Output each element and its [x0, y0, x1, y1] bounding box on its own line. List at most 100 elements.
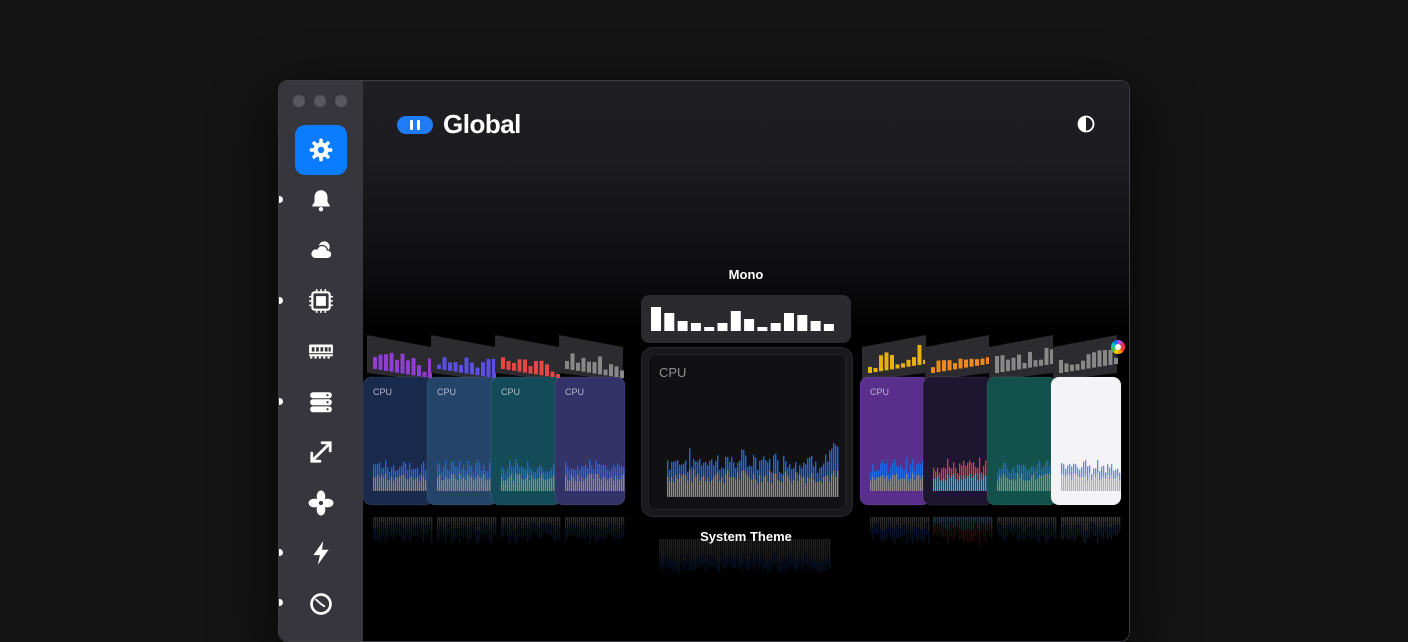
svg-text:CPU: CPU [373, 387, 392, 397]
cpu-blue-bar [831, 448, 833, 474]
cpu-gray-bar [737, 472, 739, 497]
cpu-blue-bar [817, 472, 819, 482]
theme-card: CPU [554, 376, 626, 544]
mono-mini-widget[interactable] [641, 295, 851, 343]
cpu-gray-bar [831, 473, 833, 497]
cpu-blue-bar [787, 467, 789, 477]
cpu-gray-bar [793, 479, 795, 497]
cpu-blue-bar [775, 453, 777, 474]
cpu-blue-bar [673, 461, 675, 482]
theme-card: CPU [859, 376, 931, 545]
cpu-gray-bar [721, 476, 723, 497]
minimize-button[interactable] [314, 95, 326, 107]
cpu-gray-bar [725, 473, 727, 497]
cpu-blue-bar [829, 450, 831, 482]
notification-dot [279, 599, 283, 606]
cpu-gray-bar [671, 476, 673, 497]
mini-bar [651, 307, 661, 331]
sidebar-item-network[interactable] [295, 427, 347, 477]
cpu-gray-bar [791, 482, 793, 497]
sidebar-item-notifications[interactable] [295, 175, 347, 225]
cpu-gray-bar [799, 474, 801, 497]
cpu-gray-bar [817, 481, 819, 497]
cpu-gray-bar [821, 482, 823, 497]
notification-dot [279, 196, 283, 203]
sidebar-item-general[interactable] [295, 125, 347, 175]
cpu-blue-bar [739, 460, 741, 480]
sidebar-item-storage[interactable] [295, 377, 347, 427]
cpu-gray-bar [713, 476, 715, 497]
cpu-gray-bar [723, 482, 725, 497]
cpu-gray-bar [825, 475, 827, 497]
bell-icon [312, 190, 330, 212]
mini-bar [744, 319, 755, 331]
sidebar-item-power[interactable] [295, 528, 347, 578]
sidebar-item-cpu[interactable] [295, 276, 347, 326]
cpu-blue-bar [807, 458, 809, 477]
cpu-blue-bar [669, 469, 671, 482]
cpu-chip-icon [309, 289, 333, 313]
cpu-blue-bar [761, 459, 763, 482]
cpu-gray-bar [741, 470, 743, 497]
sidebar-item-fans[interactable] [295, 478, 347, 528]
cpu-blue-bar [797, 472, 799, 481]
cpu-gray-bar [771, 482, 773, 497]
cpu-gray-bar [759, 474, 761, 497]
cpu-blue-bar [733, 462, 735, 477]
cpu-blue-bar [689, 448, 691, 470]
cpu-blue-bar [803, 462, 805, 477]
cpu-blue-bar [783, 455, 785, 476]
cpu-gray-bar [773, 473, 775, 497]
theme-preview-topbar [862, 335, 927, 381]
cpu-gray-bar [809, 478, 811, 497]
sidebar-item-clock[interactable] [295, 579, 347, 629]
cpu-blue-bar [821, 466, 823, 483]
cpu-blue-bar [705, 462, 707, 481]
cpu-gray-bar [699, 480, 701, 497]
cpu-blue-bar [729, 461, 731, 477]
cpu-blue-bar [695, 461, 697, 478]
cpu-blue-bar [779, 472, 781, 481]
cpu-gray-bar [827, 475, 829, 497]
cpu-gray-bar [781, 481, 783, 497]
mini-bar [757, 327, 768, 331]
sidebar-item-weather[interactable] [295, 225, 347, 275]
cpu-blue-bar [781, 473, 783, 482]
sidebar [279, 81, 363, 641]
cpu-gray-bar [695, 477, 697, 497]
cpu-gray-bar [701, 476, 703, 497]
cpu-blue-bar [681, 464, 683, 477]
zoom-button[interactable] [335, 95, 347, 107]
cpu-gray-bar [711, 479, 713, 497]
cpu-gray-bar [705, 480, 707, 497]
cpu-gray-bar [681, 476, 683, 497]
mini-bar [717, 323, 728, 331]
memory-icon [309, 344, 333, 359]
cpu-gray-bar [689, 469, 691, 497]
cpu-blue-bar [809, 457, 811, 479]
sidebar-item-memory[interactable] [295, 326, 347, 376]
cpu-card-preview: CPU [648, 354, 846, 510]
arrows-transfer-icon [310, 441, 332, 463]
cpu-blue-bar [703, 462, 705, 476]
notification-dot [279, 297, 283, 304]
cpu-gray-bar [819, 480, 821, 497]
cpu-blue-bar [789, 464, 791, 480]
cpu-gray-bar [707, 478, 709, 497]
cpu-gray-bar [761, 481, 763, 497]
cpu-blue-bar [767, 462, 769, 482]
cpu-blue-bar [747, 466, 749, 476]
cpu-gray-bar [719, 481, 721, 497]
theme-card-system[interactable]: CPU [641, 347, 853, 517]
cpu-blue-bar [791, 469, 793, 483]
cpu-blue-bar [719, 469, 721, 482]
cpu-blue-bar [743, 449, 745, 471]
cpu-blue-bar [793, 467, 795, 480]
cpu-gray-bar [751, 479, 753, 497]
cpu-blue-bar [813, 466, 815, 480]
close-button[interactable] [293, 95, 305, 107]
cpu-gray-bar [765, 474, 767, 497]
cpu-gray-bar [785, 471, 787, 497]
cpu-gray-bar [779, 480, 781, 497]
cpu-blue-bar [801, 467, 803, 478]
